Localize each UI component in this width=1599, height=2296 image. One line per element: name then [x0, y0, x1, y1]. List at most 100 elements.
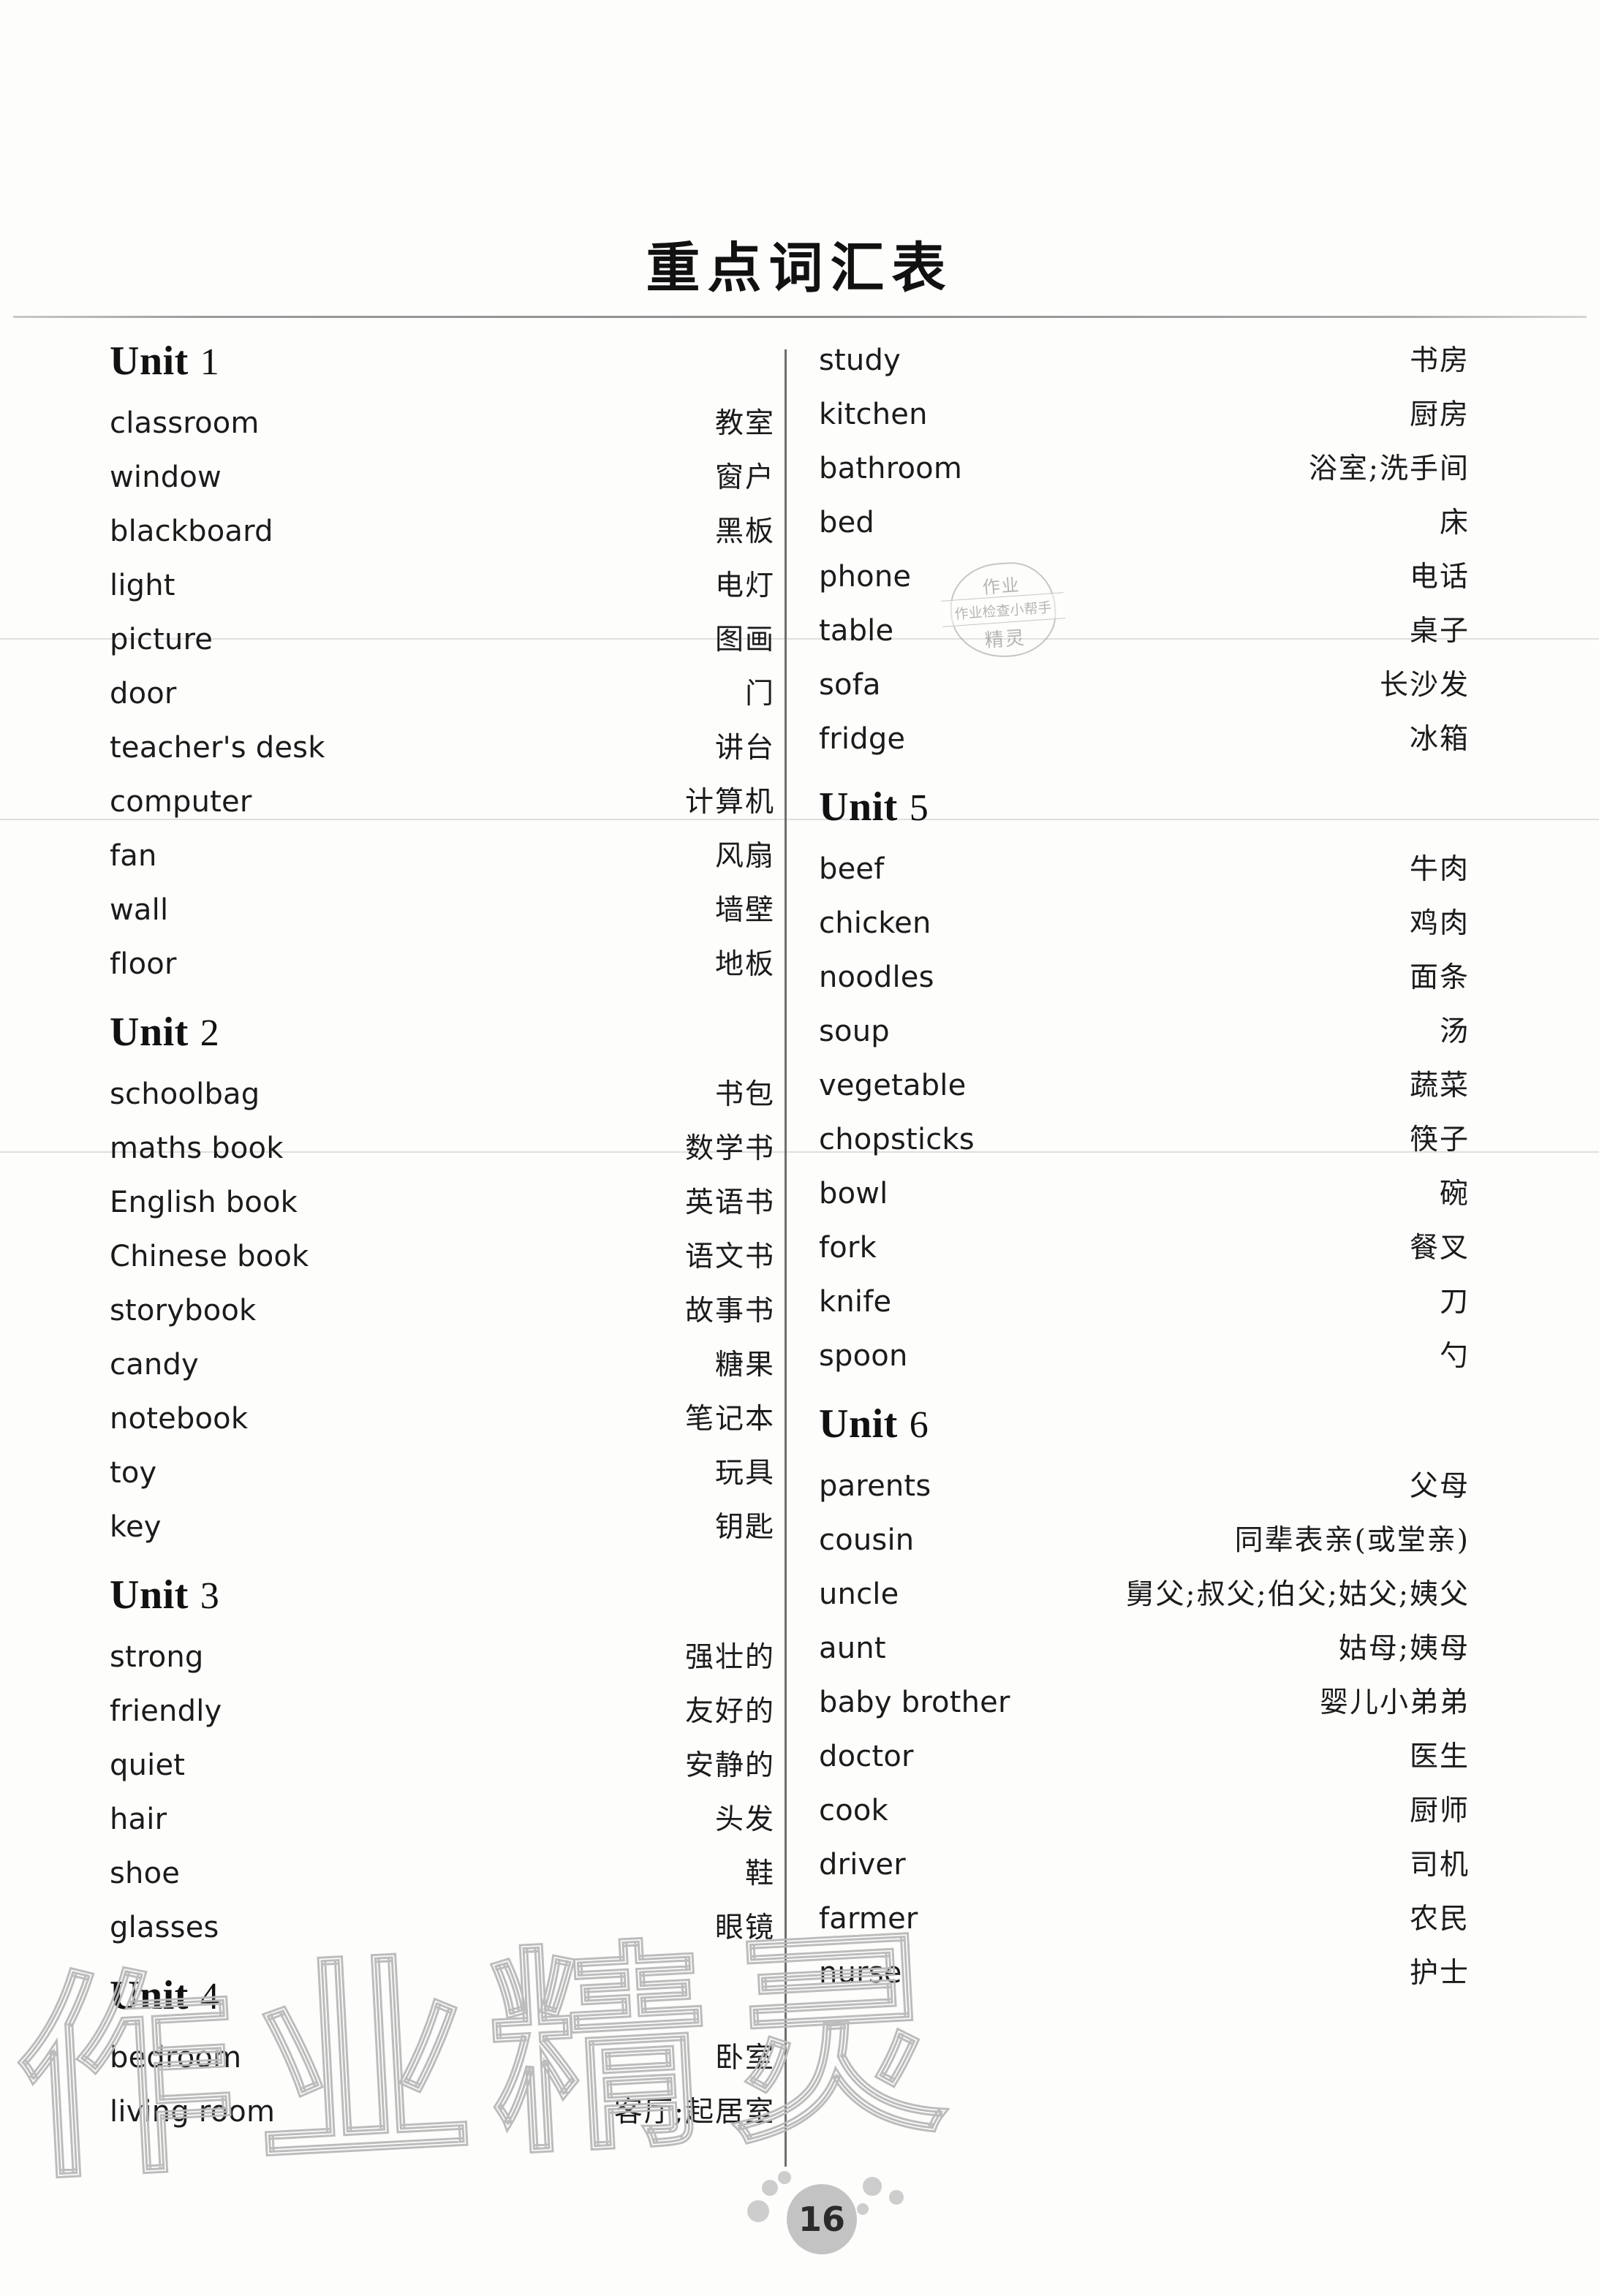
- vocabulary-english: door: [110, 677, 177, 711]
- vocabulary-chinese: 头发: [714, 1803, 775, 1836]
- vocabulary-row: door 门: [110, 671, 775, 725]
- vocabulary-chinese: 墙壁: [714, 894, 775, 927]
- vocabulary-english: spoon: [819, 1339, 908, 1373]
- vocabulary-chinese: 父母: [1409, 1470, 1470, 1503]
- right-column: study 书房 kitchen 厨房 bathroom 浴室;洗手间 bed 床 phone 电…: [819, 338, 1470, 2004]
- unit-label: Unit: [110, 1973, 189, 2018]
- vocabulary-row: vegetable 蔬菜: [819, 1063, 1470, 1117]
- vocabulary-row: uncle 舅父;叔父;伯父;姑父;姨父: [819, 1572, 1470, 1626]
- vocabulary-row: quiet 安静的: [110, 1743, 775, 1797]
- vocabulary-english: floor: [110, 947, 177, 981]
- unit-heading: Unit 2: [110, 1009, 775, 1072]
- vocabulary-english: chicken: [819, 906, 931, 940]
- vocabulary-english: computer: [110, 785, 252, 819]
- vocabulary-chinese: 英语书: [684, 1186, 775, 1219]
- vocabulary-english: bed: [819, 506, 874, 539]
- vocabulary-row: table 桌子: [819, 608, 1470, 662]
- vocabulary-english: driver: [819, 1848, 906, 1882]
- vocabulary-english: hair: [110, 1803, 167, 1836]
- vocabulary-row: floor 地板: [110, 941, 775, 996]
- vocabulary-row: computer 计算机: [110, 779, 775, 833]
- vocabulary-row: window 窗户: [110, 455, 775, 509]
- vocabulary-english: aunt: [819, 1632, 886, 1665]
- vocabulary-english: fan: [110, 839, 157, 873]
- vocabulary-english: fridge: [819, 722, 906, 756]
- vocabulary-english: friendly: [110, 1694, 222, 1728]
- vocabulary-chinese: 客厅;起居室: [613, 2096, 775, 2129]
- vocabulary-row: driver 司机: [819, 1842, 1470, 1896]
- vocabulary-row: teacher's desk 讲台: [110, 725, 775, 779]
- vocabulary-english: picture: [110, 623, 213, 656]
- vocabulary-chinese: 眼镜: [714, 1912, 775, 1944]
- vocabulary-chinese: 护士: [1409, 1957, 1470, 1990]
- unit-label: Unit: [110, 1009, 189, 1055]
- unit-label: Unit: [819, 784, 898, 830]
- vocabulary-english: parents: [819, 1469, 931, 1503]
- vocabulary-english: soup: [819, 1015, 890, 1048]
- vocabulary-row: kitchen 厨房: [819, 392, 1470, 446]
- vocabulary-chinese: 书房: [1409, 344, 1470, 377]
- vocabulary-english: bathroom: [819, 452, 963, 485]
- page-title: 重点词汇表: [646, 237, 953, 300]
- vocabulary-row: classroom 教室: [110, 401, 775, 455]
- vocabulary-chinese: 姑母;姨母: [1338, 1632, 1470, 1665]
- vocabulary-english: English book: [110, 1186, 298, 1219]
- vocabulary-english: noodles: [819, 961, 934, 994]
- vocabulary-row: doctor 医生: [819, 1734, 1470, 1788]
- unit-heading: Unit 4: [110, 1972, 775, 2035]
- unit-number: 6: [909, 1404, 929, 1446]
- vocabulary-english: knife: [819, 1285, 892, 1319]
- unit-number: 5: [909, 787, 929, 829]
- vocabulary-chinese: 数学书: [684, 1132, 775, 1165]
- vocabulary-english: chopsticks: [819, 1123, 975, 1156]
- vocabulary-chinese: 婴儿小弟弟: [1319, 1686, 1470, 1719]
- vocabulary-chinese: 冰箱: [1409, 723, 1470, 756]
- vocabulary-chinese: 计算机: [684, 786, 775, 819]
- unit-number: 4: [200, 1976, 219, 2017]
- vocabulary-english: wall: [110, 893, 169, 927]
- vocabulary-chinese: 牛肉: [1409, 853, 1470, 886]
- vocabulary-row: wall 墙壁: [110, 887, 775, 941]
- vocabulary-chinese: 安静的: [684, 1749, 775, 1782]
- vocabulary-row: bowl 碗: [819, 1171, 1470, 1225]
- unit-number: 3: [200, 1575, 219, 1617]
- vocabulary-english: quiet: [110, 1748, 186, 1782]
- unit-heading: Unit 1: [110, 338, 775, 401]
- vocabulary-english: baby brother: [819, 1686, 1010, 1719]
- vocabulary-chinese: 面条: [1409, 961, 1470, 994]
- vocabulary-english: glasses: [110, 1911, 219, 1944]
- vocabulary-chinese: 蔬菜: [1409, 1069, 1470, 1102]
- vocabulary-english: kitchen: [819, 398, 928, 431]
- vocabulary-row: English book 英语书: [110, 1180, 775, 1234]
- vocabulary-chinese: 教室: [714, 407, 775, 440]
- vocabulary-row: strong 强壮的: [110, 1634, 775, 1689]
- vocabulary-chinese: 鸡肉: [1409, 907, 1470, 940]
- vocabulary-english: light: [110, 569, 175, 602]
- vocabulary-row: chicken 鸡肉: [819, 901, 1470, 955]
- vocabulary-chinese: 筷子: [1409, 1124, 1470, 1156]
- vocabulary-row: light 电灯: [110, 563, 775, 617]
- vocabulary-row: fan 风扇: [110, 833, 775, 887]
- vocabulary-chinese: 黑板: [714, 515, 775, 548]
- vocabulary-english: shoe: [110, 1857, 181, 1890]
- unit-label: Unit: [819, 1401, 898, 1447]
- vocabulary-english: blackboard: [110, 515, 273, 548]
- vocabulary-chinese: 糖果: [714, 1349, 775, 1382]
- vocabulary-row: blackboard 黑板: [110, 509, 775, 563]
- vocabulary-row: cook 厨师: [819, 1788, 1470, 1842]
- vocabulary-chinese: 地板: [714, 948, 775, 981]
- vocabulary-english: window: [110, 461, 222, 494]
- vocabulary-english: phone: [819, 560, 912, 594]
- vocabulary-row: fridge 冰箱: [819, 716, 1470, 770]
- vocabulary-row: storybook 故事书: [110, 1288, 775, 1342]
- vocabulary-row: friendly 友好的: [110, 1689, 775, 1743]
- vocabulary-english: nurse: [819, 1956, 902, 1990]
- vocabulary-english: key: [110, 1510, 162, 1544]
- vocabulary-chinese: 友好的: [684, 1695, 775, 1728]
- vocabulary-chinese: 农民: [1409, 1903, 1470, 1936]
- vocabulary-chinese: 碗: [1439, 1178, 1470, 1210]
- vocabulary-chinese: 讲台: [714, 732, 775, 765]
- vocabulary-row: soup 汤: [819, 1009, 1470, 1063]
- vocabulary-english: beef: [819, 852, 885, 886]
- vocabulary-row: living room 客厅;起居室: [110, 2089, 775, 2143]
